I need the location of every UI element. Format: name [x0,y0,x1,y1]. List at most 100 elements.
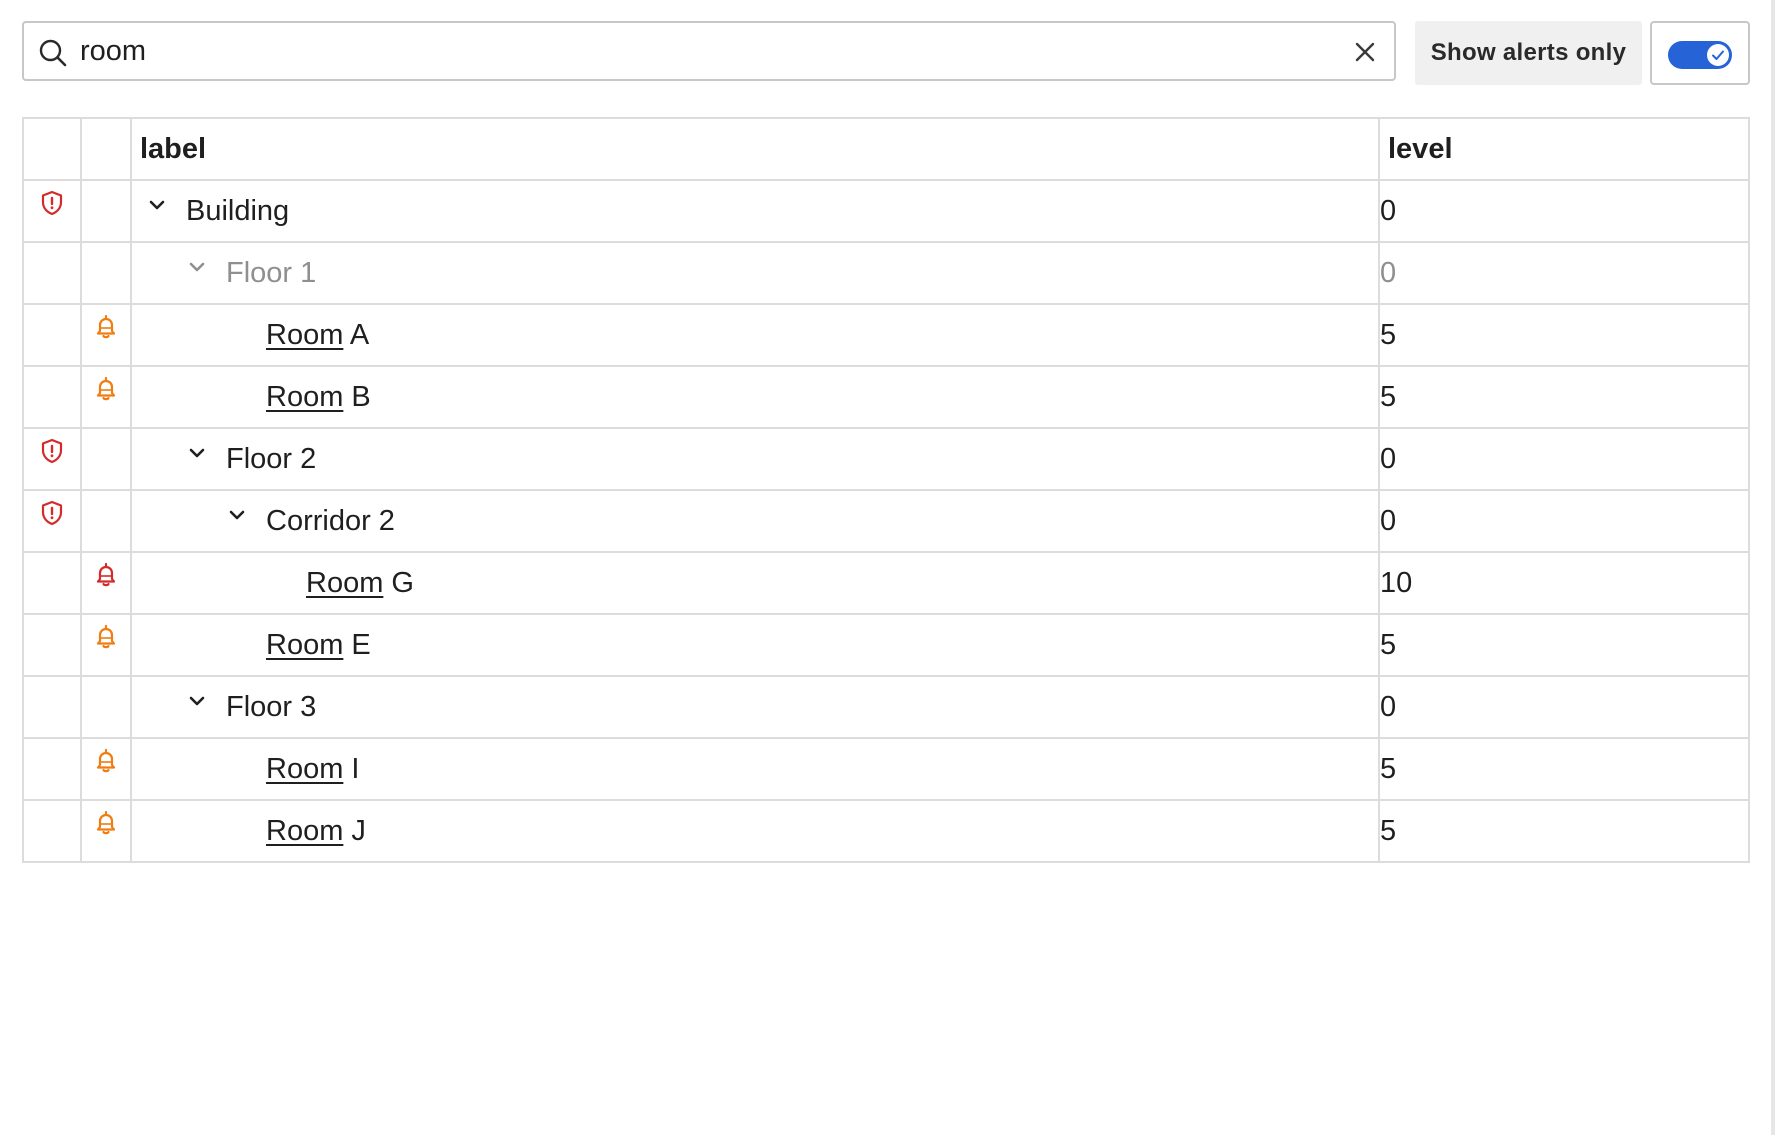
row-label: Room A [266,319,369,352]
level-cell: 5 [1378,799,1750,863]
label-cell: Room G [130,551,1380,615]
level-cell: 0 [1378,675,1750,739]
level-column-header[interactable]: level [1378,117,1750,181]
row-label: Floor 2 [226,443,316,476]
label-text: Corridor 2 [266,504,395,537]
search-match: Room [266,380,344,413]
chevron-down-icon[interactable] [186,262,226,284]
severity-cell [22,737,82,801]
shield-alert-icon [40,190,64,227]
bell-icon [94,810,118,847]
severity-cell [22,241,82,305]
label-cell: Floor 1 [130,241,1380,305]
show-alerts-only-label: Show alerts only [1415,21,1642,85]
row-label: Room E [266,629,371,662]
level-cell: 0 [1378,241,1750,305]
bell-icon [94,376,118,413]
label-cell: Building [130,179,1380,243]
alarm-cell [80,799,132,863]
table-row[interactable]: Room B 5 [22,365,1750,429]
label-column-header[interactable]: label [130,117,1380,181]
alarm-cell [80,551,132,615]
label-cell: Room A [130,303,1380,367]
alarm-cell [80,365,132,429]
search-match: Room [266,752,344,785]
severity-cell [22,675,82,739]
label-cell: Room B [130,365,1380,429]
alarm-cell [80,489,132,553]
table-row[interactable]: Room J 5 [22,799,1750,863]
table-row[interactable]: Room E 5 [22,613,1750,677]
severity-cell [22,799,82,863]
search-match: Room [266,814,344,847]
chevron-down-icon[interactable] [186,696,226,718]
search-match: Room [306,566,384,599]
row-label: Floor 1 [226,257,316,290]
close-icon[interactable] [1354,41,1376,63]
label-cell: Room J [130,799,1380,863]
level-cell: 10 [1378,551,1750,615]
level-cell: 5 [1378,365,1750,429]
label-cell: Corridor 2 [130,489,1380,553]
alarm-cell [80,179,132,243]
label-text: E [343,628,371,661]
table-row[interactable]: Floor 2 0 [22,427,1750,491]
severity-cell [22,551,82,615]
table-row[interactable]: Building 0 [22,179,1750,243]
tree-table: label level Building 0 Floor 1 0 Room A 5 Room… [22,117,1750,863]
toolbar: Show alerts only [22,21,1750,85]
level-cell: 5 [1378,737,1750,801]
label-text: G [383,566,414,599]
toggle-knob [1707,44,1729,66]
label-text: I [343,752,360,785]
severity-cell [22,613,82,677]
label-text: Floor 3 [226,690,317,723]
scrollbar-edge [1771,0,1775,1135]
severity-column-header [22,117,82,181]
bell-icon [94,748,118,785]
chevron-down-icon[interactable] [186,448,226,470]
search-input[interactable] [80,31,1320,71]
chevron-down-icon[interactable] [146,200,186,222]
table-row[interactable]: Floor 1 0 [22,241,1750,305]
label-text: Floor 1 [226,256,317,289]
label-cell: Room E [130,613,1380,677]
table-row[interactable]: Room G 10 [22,551,1750,615]
table-row[interactable]: Floor 3 0 [22,675,1750,739]
row-label: Room J [266,815,366,848]
toggle-track [1668,41,1732,69]
alarm-cell [80,241,132,305]
search-match: Room [266,628,344,661]
alarm-cell [80,427,132,491]
row-label: Building [186,195,289,228]
severity-cell [22,303,82,367]
alarm-cell [80,613,132,677]
level-cell: 5 [1378,303,1750,367]
alarm-cell [80,303,132,367]
severity-cell [22,365,82,429]
label-cell: Floor 3 [130,675,1380,739]
label-text: Floor 2 [226,442,317,475]
shield-alert-icon [40,438,64,475]
row-label: Floor 3 [226,691,316,724]
search-icon [39,39,67,67]
level-cell: 5 [1378,613,1750,677]
table-row[interactable]: Room A 5 [22,303,1750,367]
label-text: Building [186,194,290,227]
chevron-down-icon[interactable] [226,510,266,532]
row-label: Room G [306,567,414,600]
table-row[interactable]: Room I 5 [22,737,1750,801]
label-text: B [343,380,371,413]
alarm-cell [80,737,132,801]
show-alerts-toggle[interactable] [1650,21,1750,85]
search-box[interactable] [22,21,1396,81]
severity-cell [22,427,82,491]
row-label: Corridor 2 [266,505,395,538]
search-match: Room [266,318,344,351]
level-cell: 0 [1378,489,1750,553]
row-label: Room I [266,753,359,786]
table-row[interactable]: Corridor 2 0 [22,489,1750,553]
bell-icon [94,314,118,351]
severity-cell [22,489,82,553]
label-cell: Floor 2 [130,427,1380,491]
